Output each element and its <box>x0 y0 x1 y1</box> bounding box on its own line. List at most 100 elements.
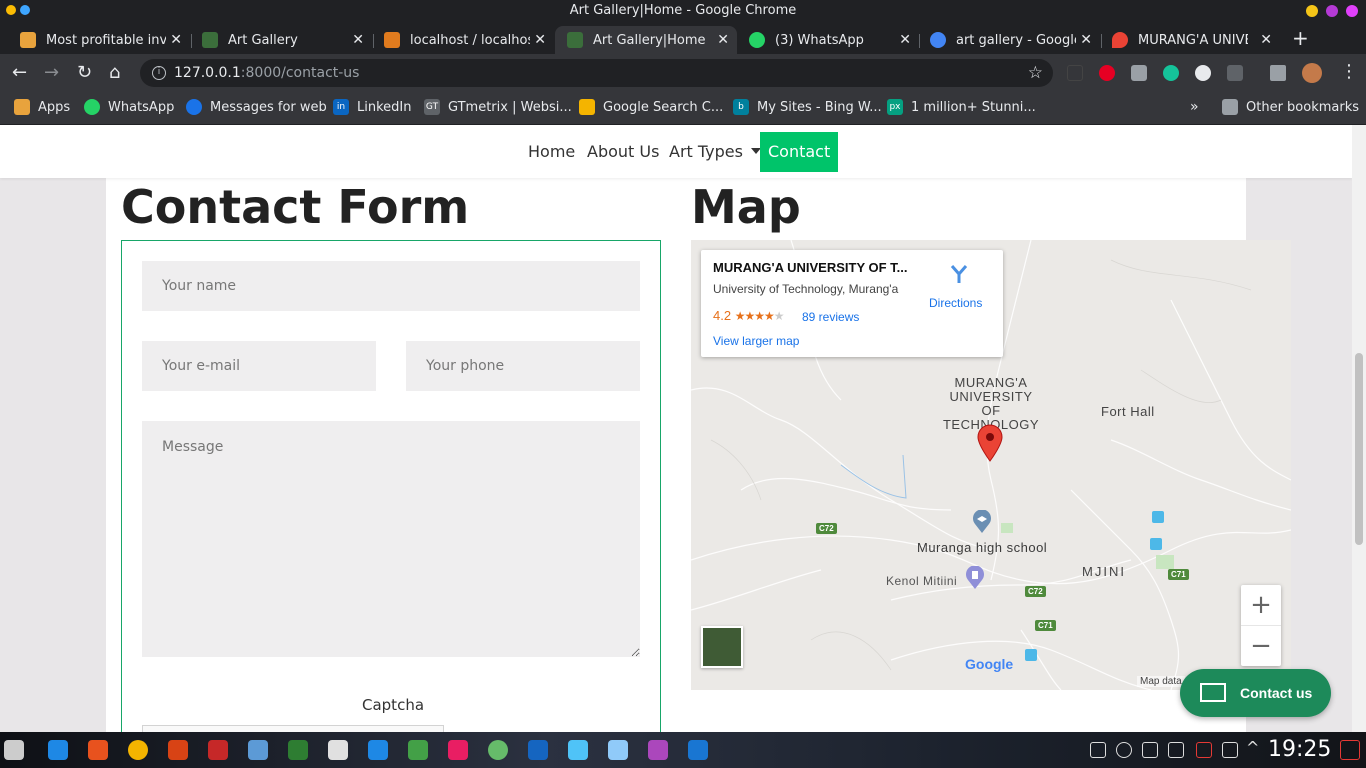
tab-art-gallery[interactable]: Art Gallery ✕ <box>190 26 372 54</box>
nav-home[interactable]: Home <box>528 132 575 172</box>
tab-most-profitable[interactable]: Most profitable inve ✕ <box>8 26 190 54</box>
bookmark-gtmetrix[interactable]: GT GTmetrix | Websi... <box>424 99 572 115</box>
nav-art-types[interactable]: Art Types <box>669 132 761 172</box>
system-clock[interactable]: 19:25 <box>1268 737 1331 762</box>
app-bars-icon[interactable] <box>328 740 348 760</box>
bookmark-search-console[interactable]: Google Search C... <box>579 99 723 115</box>
page-scrollbar[interactable] <box>1352 125 1366 732</box>
map-data-attribution[interactable]: Map data <box>1137 676 1185 687</box>
grammarly-icon[interactable] <box>1163 65 1179 81</box>
chrome-taskbar-icon[interactable] <box>128 740 148 760</box>
email-input[interactable] <box>142 341 376 391</box>
network-tool-icon[interactable] <box>248 740 268 760</box>
window-controls[interactable] <box>1306 5 1358 17</box>
close-tab-icon[interactable]: ✕ <box>352 32 364 48</box>
minimize-button[interactable] <box>1306 5 1318 17</box>
close-tab-icon[interactable]: ✕ <box>534 32 546 48</box>
filezilla-icon[interactable] <box>208 740 228 760</box>
tab-art-gallery-home[interactable]: Art Gallery|Home ✕ <box>555 26 737 54</box>
new-tab-button[interactable]: + <box>1292 26 1309 50</box>
satellite-toggle-button[interactable] <box>701 626 743 668</box>
bus-stop-icon[interactable] <box>1025 649 1037 661</box>
nav-contact[interactable]: Contact <box>760 132 839 172</box>
close-tab-icon[interactable]: ✕ <box>170 32 182 48</box>
extension-icon[interactable] <box>1131 65 1147 81</box>
bus-stop-icon[interactable] <box>1150 538 1162 550</box>
extension-circle-icon[interactable] <box>1195 65 1211 81</box>
office-icon[interactable] <box>688 740 708 760</box>
wps-icon[interactable] <box>528 740 548 760</box>
database-icon[interactable] <box>408 740 428 760</box>
bookmark-apps[interactable]: Apps <box>14 99 70 115</box>
sublime-icon[interactable] <box>88 740 108 760</box>
directions-icon[interactable] <box>950 264 968 284</box>
fuel-marker-icon[interactable] <box>965 566 985 590</box>
bookmark-pexels[interactable]: px 1 million+ Stunni... <box>887 99 1036 115</box>
location-pin-icon[interactable] <box>976 423 1004 463</box>
tab-google-search[interactable]: art gallery - Google ✕ <box>918 26 1100 54</box>
volume-icon[interactable] <box>1168 742 1184 758</box>
media-queue-icon[interactable] <box>1270 65 1286 81</box>
tray-expand-chevron-icon[interactable]: ^ <box>1246 738 1259 757</box>
battery-icon[interactable] <box>1196 742 1212 758</box>
tab-whatsapp[interactable]: (3) WhatsApp ✕ <box>737 26 919 54</box>
reload-icon[interactable]: ↻ <box>77 63 92 83</box>
bookmark-star-icon[interactable]: ☆ <box>1028 59 1043 87</box>
more-bookmarks-chevron-icon[interactable]: » <box>1190 99 1199 115</box>
browser-toolbar: ← → ↻ ⌂ i 127.0.0.1:8000/contact-us ☆ ⋮ <box>0 54 1366 92</box>
vscode-icon[interactable] <box>48 740 68 760</box>
tab-phpmyadmin[interactable]: localhost / localhost ✕ <box>372 26 554 54</box>
forward-arrow-icon[interactable]: → <box>44 63 59 83</box>
embedded-map[interactable]: MURANG'A UNIVERSITY OF TECHNOLOGY Fort H… <box>691 240 1291 690</box>
back-arrow-icon[interactable]: ← <box>12 63 27 83</box>
close-tab-icon[interactable]: ✕ <box>1080 32 1092 48</box>
recaptcha-widget[interactable] <box>142 725 444 732</box>
file-manager-icon[interactable] <box>608 740 628 760</box>
address-bar[interactable]: i 127.0.0.1:8000/contact-us ☆ <box>140 59 1053 87</box>
close-tab-icon[interactable]: ✕ <box>1260 32 1272 48</box>
bookmark-linkedin[interactable]: in LinkedIn <box>333 99 411 115</box>
show-desktop-icon[interactable] <box>1340 740 1360 760</box>
extension-arrows-icon[interactable] <box>1227 65 1243 81</box>
updates-icon[interactable] <box>1116 742 1132 758</box>
site-info-icon[interactable]: i <box>152 66 166 80</box>
menu-kebab-icon[interactable]: ⋮ <box>1340 62 1358 82</box>
contact-us-floating-button[interactable]: Contact us <box>1180 669 1331 717</box>
terminal-icon[interactable] <box>168 740 188 760</box>
tab-google-maps[interactable]: MURANG'A UNIVER ✕ <box>1100 26 1280 54</box>
bookmark-whatsapp[interactable]: WhatsApp <box>84 99 174 115</box>
bookmark-other[interactable]: Other bookmarks <box>1222 99 1359 115</box>
school-marker-icon[interactable] <box>972 510 992 534</box>
notification-icon[interactable] <box>1090 742 1106 758</box>
bookmark-messages[interactable]: Messages for web <box>186 99 327 115</box>
close-tab-icon[interactable]: ✕ <box>717 32 729 48</box>
design-tool-icon[interactable] <box>448 740 468 760</box>
name-input[interactable] <box>142 261 640 311</box>
close-tab-icon[interactable]: ✕ <box>899 32 911 48</box>
app-launcher-grid-icon[interactable] <box>4 740 24 760</box>
bus-stop-icon[interactable] <box>1152 511 1164 523</box>
directions-link[interactable]: Directions <box>929 296 982 310</box>
android-studio-icon[interactable] <box>488 740 508 760</box>
message-textarea[interactable] <box>142 421 640 657</box>
nav-about-us[interactable]: About Us <box>587 132 659 172</box>
profile-avatar[interactable] <box>1302 63 1322 83</box>
pycharm-icon[interactable] <box>288 740 308 760</box>
view-larger-map-link[interactable]: View larger map <box>713 334 799 348</box>
console-icon[interactable] <box>568 740 588 760</box>
zoom-in-button[interactable]: + <box>1241 585 1281 625</box>
text-editor-icon[interactable] <box>648 740 668 760</box>
home-icon[interactable]: ⌂ <box>109 63 120 83</box>
network-icon[interactable] <box>1222 742 1238 758</box>
maximize-button[interactable] <box>1326 5 1338 17</box>
pen-tool-icon[interactable] <box>368 740 388 760</box>
bookmark-bing[interactable]: b My Sites - Bing W... <box>733 99 882 115</box>
close-window-button[interactable] <box>1346 5 1358 17</box>
zoom-out-button[interactable]: − <box>1241 625 1281 666</box>
phone-input[interactable] <box>406 341 640 391</box>
scrollbar-thumb[interactable] <box>1355 353 1363 545</box>
extension-cube-icon[interactable] <box>1067 65 1083 81</box>
pinterest-icon[interactable] <box>1099 65 1115 81</box>
clipboard-icon[interactable] <box>1142 742 1158 758</box>
reviews-link[interactable]: 89 reviews <box>802 310 859 324</box>
